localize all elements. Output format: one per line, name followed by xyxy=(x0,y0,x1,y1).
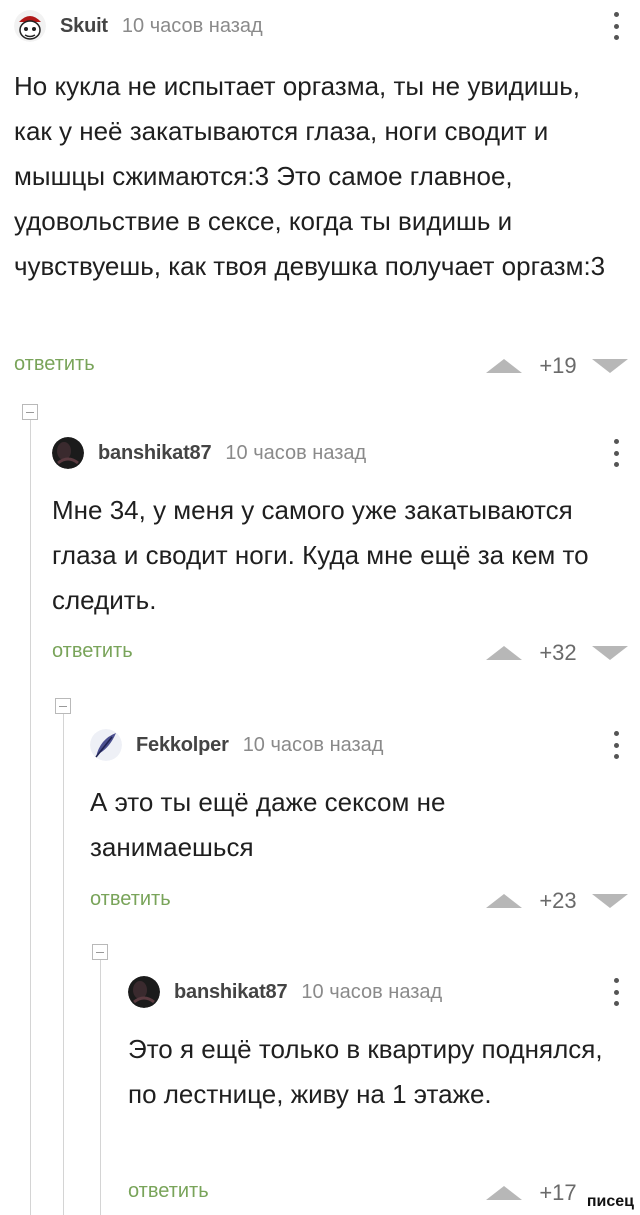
vote-controls: +17 xyxy=(486,1180,578,1206)
comment-1: Skuit 10 часов назад Но кукла не испытае… xyxy=(14,6,628,378)
avatar-cartoon-icon[interactable] xyxy=(14,10,46,42)
comment-author[interactable]: Skuit xyxy=(60,15,108,38)
vote-controls: +23 xyxy=(486,888,628,914)
comment-text: Это я ещё только в квартиру поднялся, по… xyxy=(128,1034,603,1109)
collapse-thread-button[interactable] xyxy=(22,404,38,420)
comment-time: 10 часов назад xyxy=(242,733,384,756)
upvote-icon[interactable] xyxy=(486,894,522,908)
more-options-icon[interactable] xyxy=(604,976,628,1008)
comment-2: banshikat87 10 часов назад Мне 34, у мен… xyxy=(52,433,628,665)
thread-line xyxy=(30,420,31,1215)
comment-4: banshikat87 10 часов назад Это я ещё тол… xyxy=(128,972,628,1205)
comment-score: +17 xyxy=(539,1180,577,1205)
reply-link[interactable]: ответить xyxy=(90,888,171,911)
thread-line xyxy=(100,960,101,1215)
comment-author[interactable]: Fekkolper xyxy=(136,734,229,757)
comment-time: 10 часов назад xyxy=(225,441,367,464)
thread-line xyxy=(63,714,64,1215)
comment-time: 10 часов назад xyxy=(121,14,263,37)
collapse-thread-button[interactable] xyxy=(55,698,71,714)
comment-score: +23 xyxy=(539,888,577,913)
avatar-dark-icon[interactable] xyxy=(52,437,84,469)
upvote-icon[interactable] xyxy=(486,646,522,660)
more-options-icon[interactable] xyxy=(604,729,628,761)
downvote-icon[interactable] xyxy=(592,894,628,908)
comment-time: 10 часов назад xyxy=(301,980,443,1003)
comment-text: А это ты ещё даже сексом не занимаешься xyxy=(90,787,446,862)
comment-footer: ответить +23 xyxy=(90,888,628,918)
reply-link[interactable]: ответить xyxy=(128,1180,209,1203)
comment-3: Fekkolper 10 часов назад А это ты ещё да… xyxy=(90,725,628,913)
downvote-icon[interactable] xyxy=(592,359,628,373)
avatar-dark-icon[interactable] xyxy=(128,976,160,1008)
comment-footer: ответить +32 xyxy=(52,640,628,670)
more-options-icon[interactable] xyxy=(604,437,628,469)
upvote-icon[interactable] xyxy=(486,359,522,373)
watermark: писец xyxy=(586,1193,634,1210)
comment-score: +32 xyxy=(539,640,577,665)
comment-header: Fekkolper 10 часов назад xyxy=(90,725,628,765)
comment-footer: ответить +19 xyxy=(14,353,628,383)
comment-text: Но кукла не испытает оргазма, ты не увид… xyxy=(14,71,606,281)
comment-header: banshikat87 10 часов назад xyxy=(128,972,628,1012)
collapse-thread-button[interactable] xyxy=(92,944,108,960)
vote-controls: +32 xyxy=(486,640,628,666)
downvote-icon[interactable] xyxy=(592,646,628,660)
vote-controls: +19 xyxy=(486,353,628,379)
comment-score: +19 xyxy=(539,353,577,378)
more-options-icon[interactable] xyxy=(604,10,628,42)
comment-author[interactable]: banshikat87 xyxy=(98,442,212,465)
comment-header: banshikat87 10 часов назад xyxy=(52,433,628,473)
comment-text: Мне 34, у меня у самого уже закатываются… xyxy=(52,495,589,615)
reply-link[interactable]: ответить xyxy=(14,353,95,376)
upvote-icon[interactable] xyxy=(486,1186,522,1200)
reply-link[interactable]: ответить xyxy=(52,640,133,663)
avatar-feather-icon[interactable] xyxy=(90,729,122,761)
comment-footer: ответить +17 xyxy=(128,1180,628,1210)
comment-author[interactable]: banshikat87 xyxy=(174,981,288,1004)
comment-header: Skuit 10 часов назад xyxy=(14,6,628,46)
